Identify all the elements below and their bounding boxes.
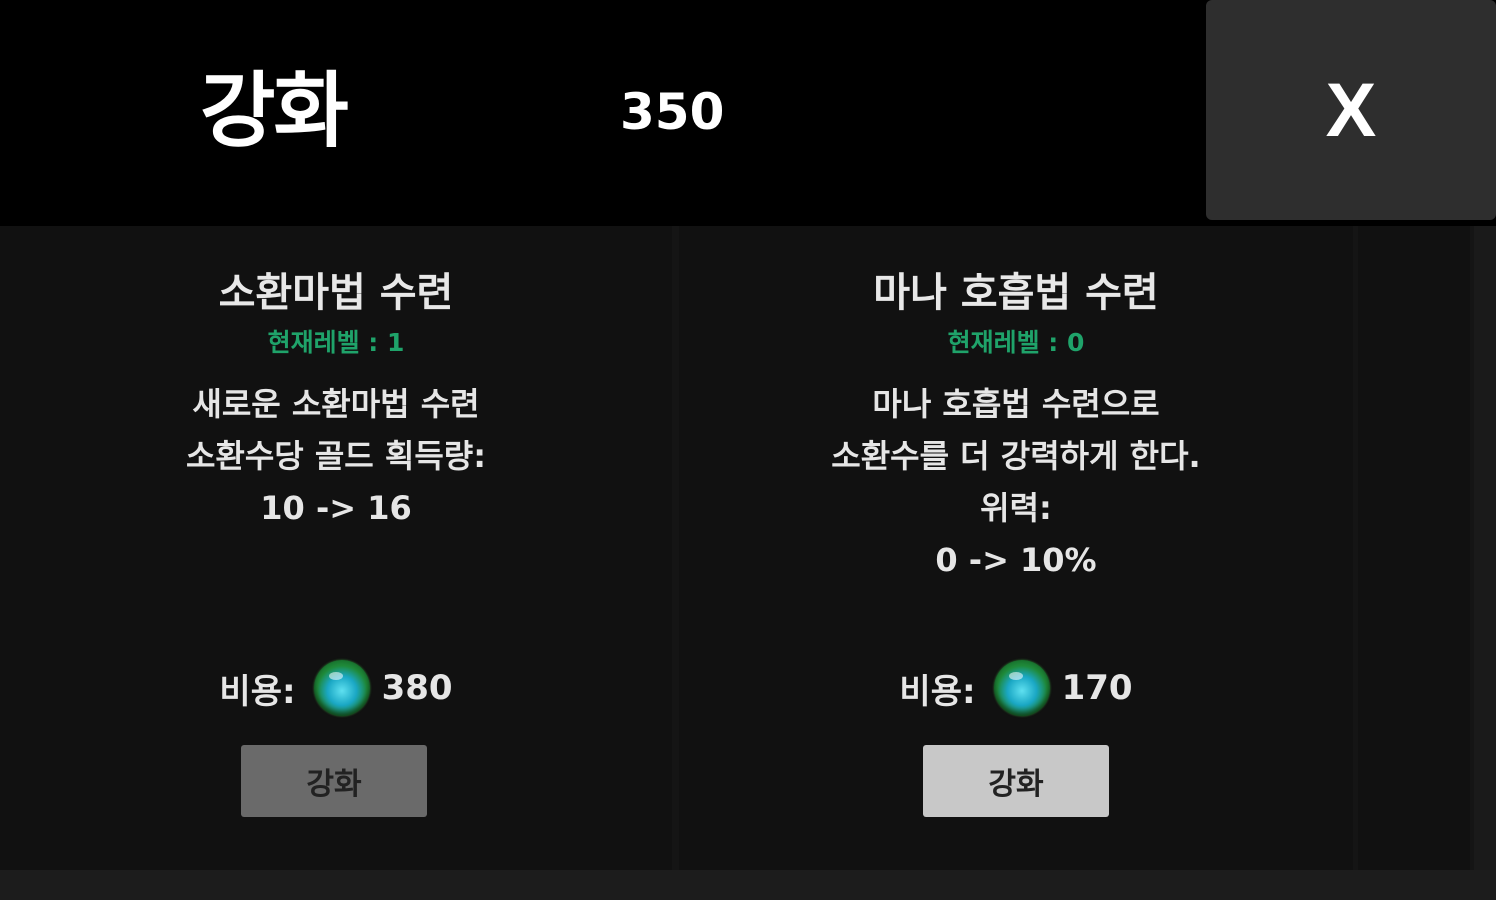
description-line: 소환수당 골드 획득량:	[185, 437, 487, 475]
description-line: 소환수를 더 강력하게 한다.	[831, 437, 1201, 475]
cost-value: 170	[1061, 668, 1133, 708]
cost-value: 380	[381, 668, 453, 708]
upgrade-screen: 강화 350 X 소환마법 수련 현재레벨 : 1 새로운 소환마법 수련 소환…	[0, 0, 1496, 900]
upgrade-card-list[interactable]: 소환마법 수련 현재레벨 : 1 새로운 소환마법 수련 소환수당 골드 획득량…	[0, 226, 1496, 870]
cost-row: 비용: 170	[679, 658, 1353, 718]
close-icon: X	[1325, 67, 1377, 153]
green-gem-icon	[993, 660, 1050, 716]
close-button[interactable]: X	[1206, 0, 1496, 220]
scrollbar-track[interactable]	[1474, 226, 1496, 870]
card-level: 현재레벨 : 0	[947, 328, 1085, 357]
card-level: 현재레벨 : 1	[267, 328, 405, 357]
description-line: 마나 호흡법 수련으로	[872, 385, 1160, 423]
upgrade-button[interactable]: 강화	[241, 745, 427, 817]
description-line: 0 -> 10%	[935, 541, 1097, 579]
card-title: 마나 호흡법 수련	[873, 270, 1159, 316]
upgrade-card-partial	[1358, 226, 1470, 870]
upgrade-button[interactable]: 강화	[923, 745, 1109, 817]
description-line: 위력:	[980, 489, 1052, 527]
currency-amount: 350	[620, 83, 725, 141]
upgrade-card-summon-training: 소환마법 수련 현재레벨 : 1 새로운 소환마법 수련 소환수당 골드 획득량…	[0, 226, 672, 870]
upgrade-card-mana-breathing: 마나 호흡법 수련 현재레벨 : 0 마나 호흡법 수련으로 소환수를 더 강력…	[679, 226, 1353, 870]
card-title: 소환마법 수련	[218, 270, 454, 316]
cost-label: 비용:	[219, 671, 296, 712]
cost-row: 비용: 380	[0, 658, 672, 718]
page-title: 강화	[200, 64, 349, 159]
card-description: 새로운 소환마법 수련 소환수당 골드 획득량: 10 -> 16	[0, 378, 672, 534]
header-bar: 강화 350 X	[0, 0, 1496, 226]
description-line: 새로운 소환마법 수련	[192, 385, 480, 423]
cost-label: 비용:	[899, 671, 976, 712]
green-gem-icon	[313, 660, 370, 716]
card-description: 마나 호흡법 수련으로 소환수를 더 강력하게 한다. 위력: 0 -> 10%	[679, 378, 1353, 586]
description-line: 10 -> 16	[260, 489, 412, 527]
